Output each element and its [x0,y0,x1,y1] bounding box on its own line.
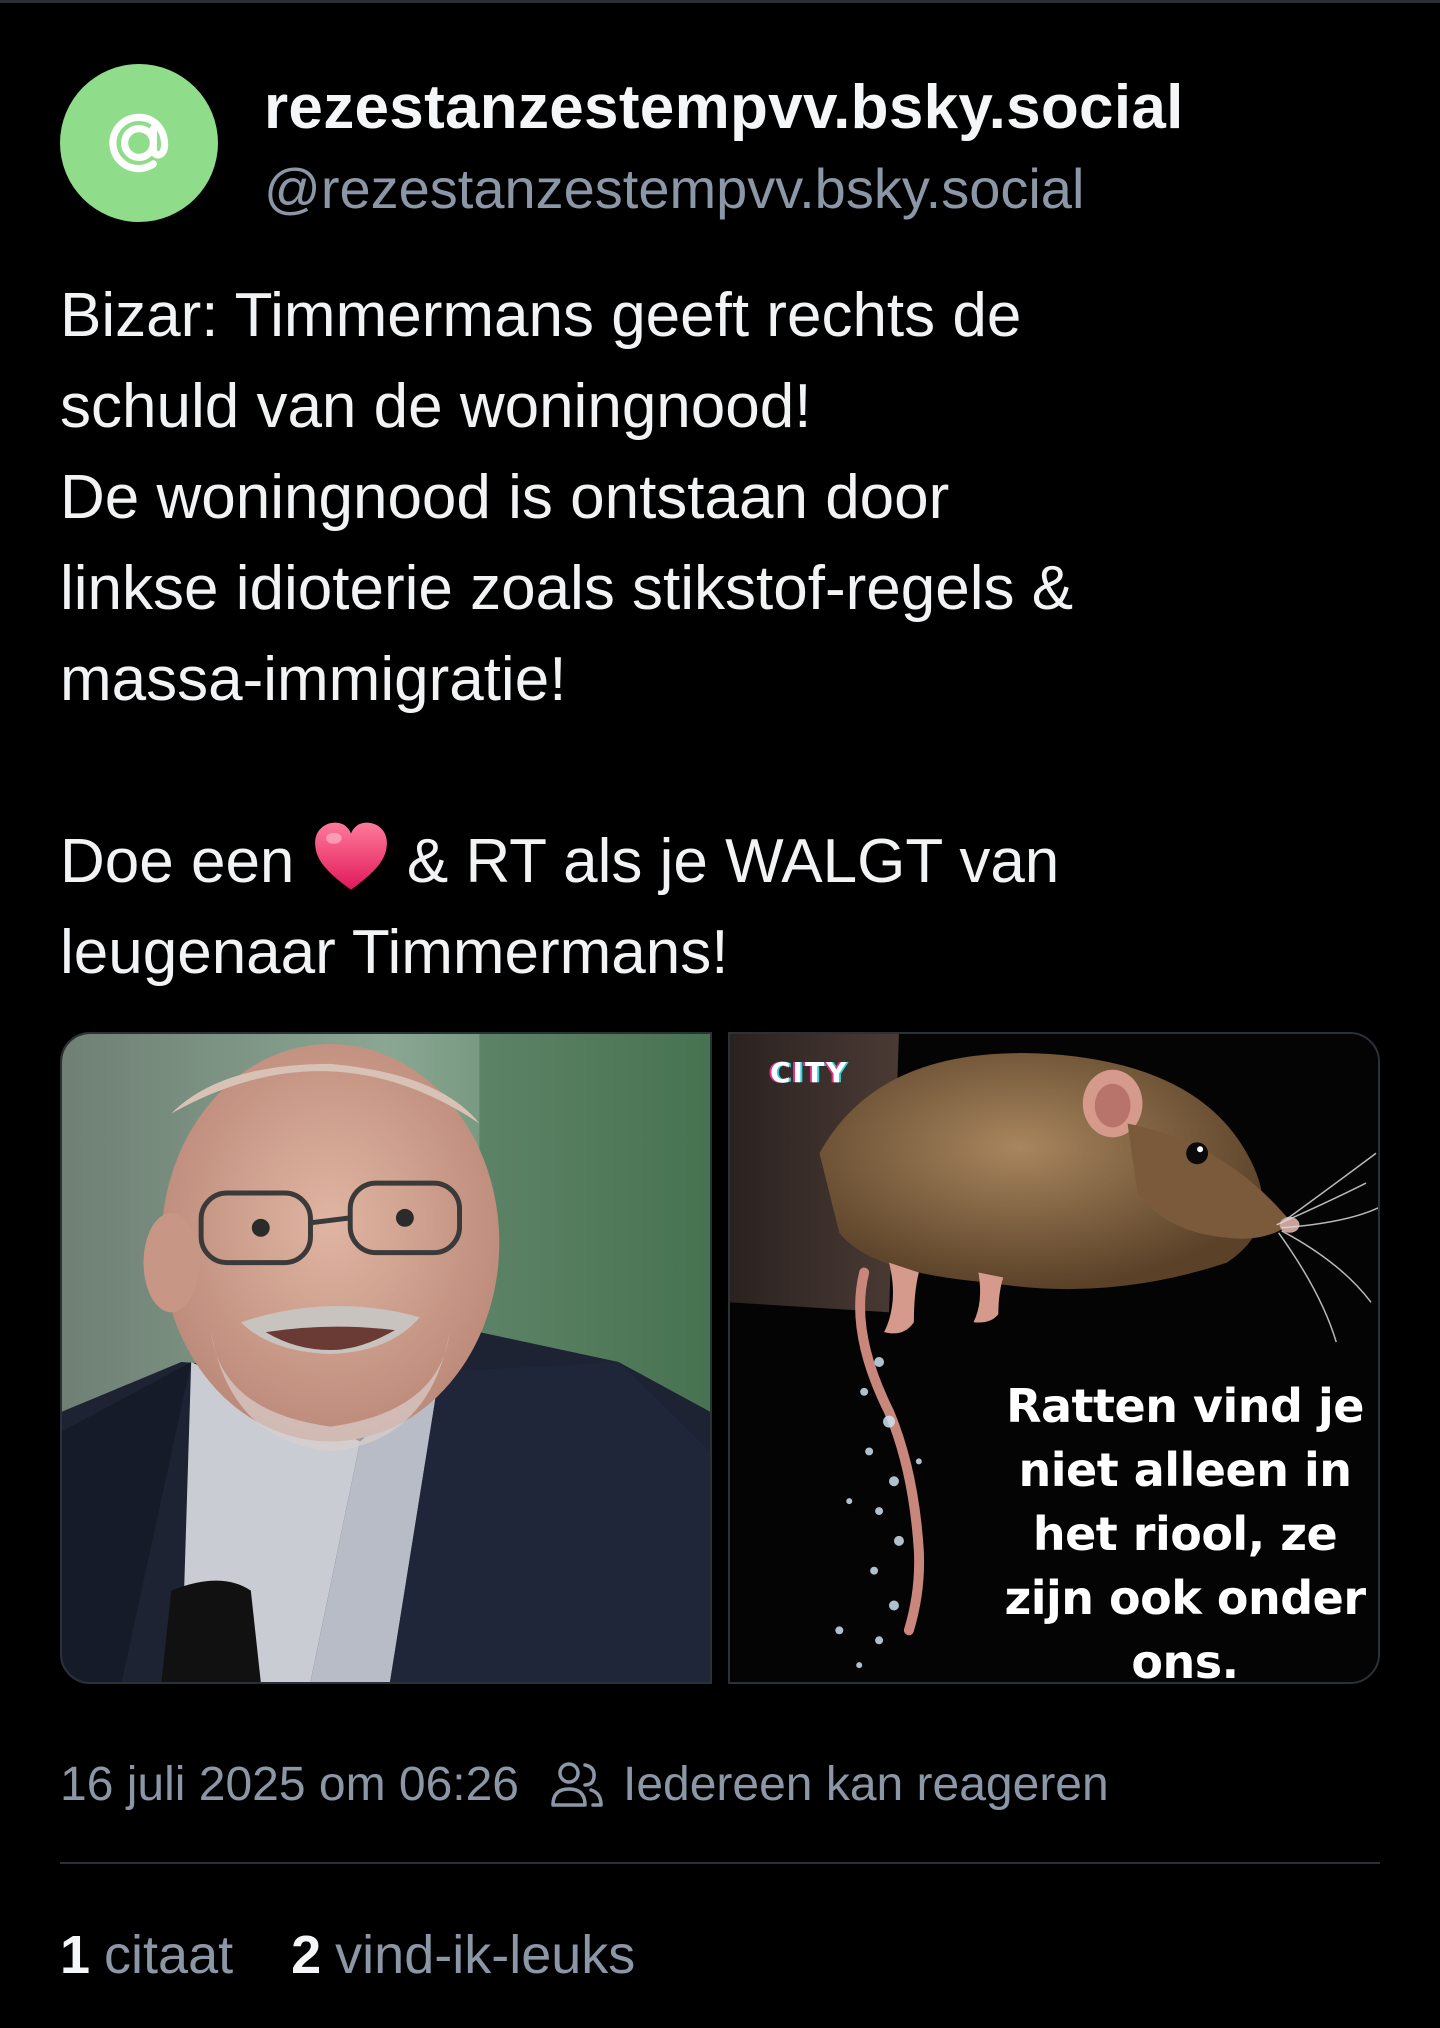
post-meta: 16 juli 2025 om 06:26 Iedereen kan reage… [60,1752,1380,1816]
post-cta-line: Doe een & RT als je WALGT van [60,816,1380,907]
post-timestamp: 16 juli 2025 om 06:26 [60,1757,519,1811]
image-left-man-portrait[interactable] [60,1032,712,1684]
author-display-name[interactable]: rezestanzestempvv.bsky.social [264,72,1184,143]
reply-setting[interactable]: Iedereen kan reageren [623,1757,1109,1812]
divider [60,1862,1380,1864]
post-line: Bizar: Timmermans geeft rechts de [60,281,1022,350]
quotes-label: citaat [104,1925,234,1985]
likes-count: 2 [291,1925,322,1985]
post-header: rezestanzestempvv.bsky.social @rezestanz… [60,64,1380,224]
caption-line: zijn ook onder [1004,1571,1366,1625]
author-handle[interactable]: @rezestanzestempvv.bsky.social [264,156,1084,221]
top-divider [0,0,1440,3]
people-icon [551,1762,603,1807]
heart-icon [314,822,387,890]
cta-suffix: & RT als je WALGT van [406,827,1060,896]
man-portrait-image [62,1034,710,1682]
caption-line: het riool, ze [1032,1507,1338,1561]
likes-stat[interactable]: 2 vind-ik-leuks [291,1924,635,1986]
caption-line: Ratten vind je [1006,1379,1364,1433]
rat-image-caption: Ratten vind je niet alleen in het riool,… [1000,1374,1370,1684]
quotes-count: 1 [60,1925,91,1985]
avatar[interactable] [60,64,218,222]
image-right-rat-meme[interactable]: CITY Ratten vind je niet alleen in het r… [728,1032,1380,1684]
likes-label: vind-ik-leuks [335,1925,636,1985]
quotes-stat[interactable]: 1 citaat [60,1924,233,1986]
cta-prefix: Doe een [60,827,295,896]
post-line: linkse idioterie zoals stikstof-regels & [60,554,1074,623]
post-stats: 1 citaat 2 vind-ik-leuks [60,1920,693,1990]
post-line: leugenaar Timmermans! [60,918,729,987]
post-line: De woningnood is ontstaan door [60,463,950,532]
at-sign-icon [109,113,169,173]
caption-line: niet alleen in [1018,1443,1352,1497]
post-line: schuld van de woningnood! [60,372,812,441]
post-text: Bizar: Timmermans geeft rechts de schuld… [60,270,1380,998]
caption-line: ons. [1131,1635,1239,1684]
post-line: massa-immigratie! [60,645,567,714]
city-logo: CITY [770,1056,849,1089]
